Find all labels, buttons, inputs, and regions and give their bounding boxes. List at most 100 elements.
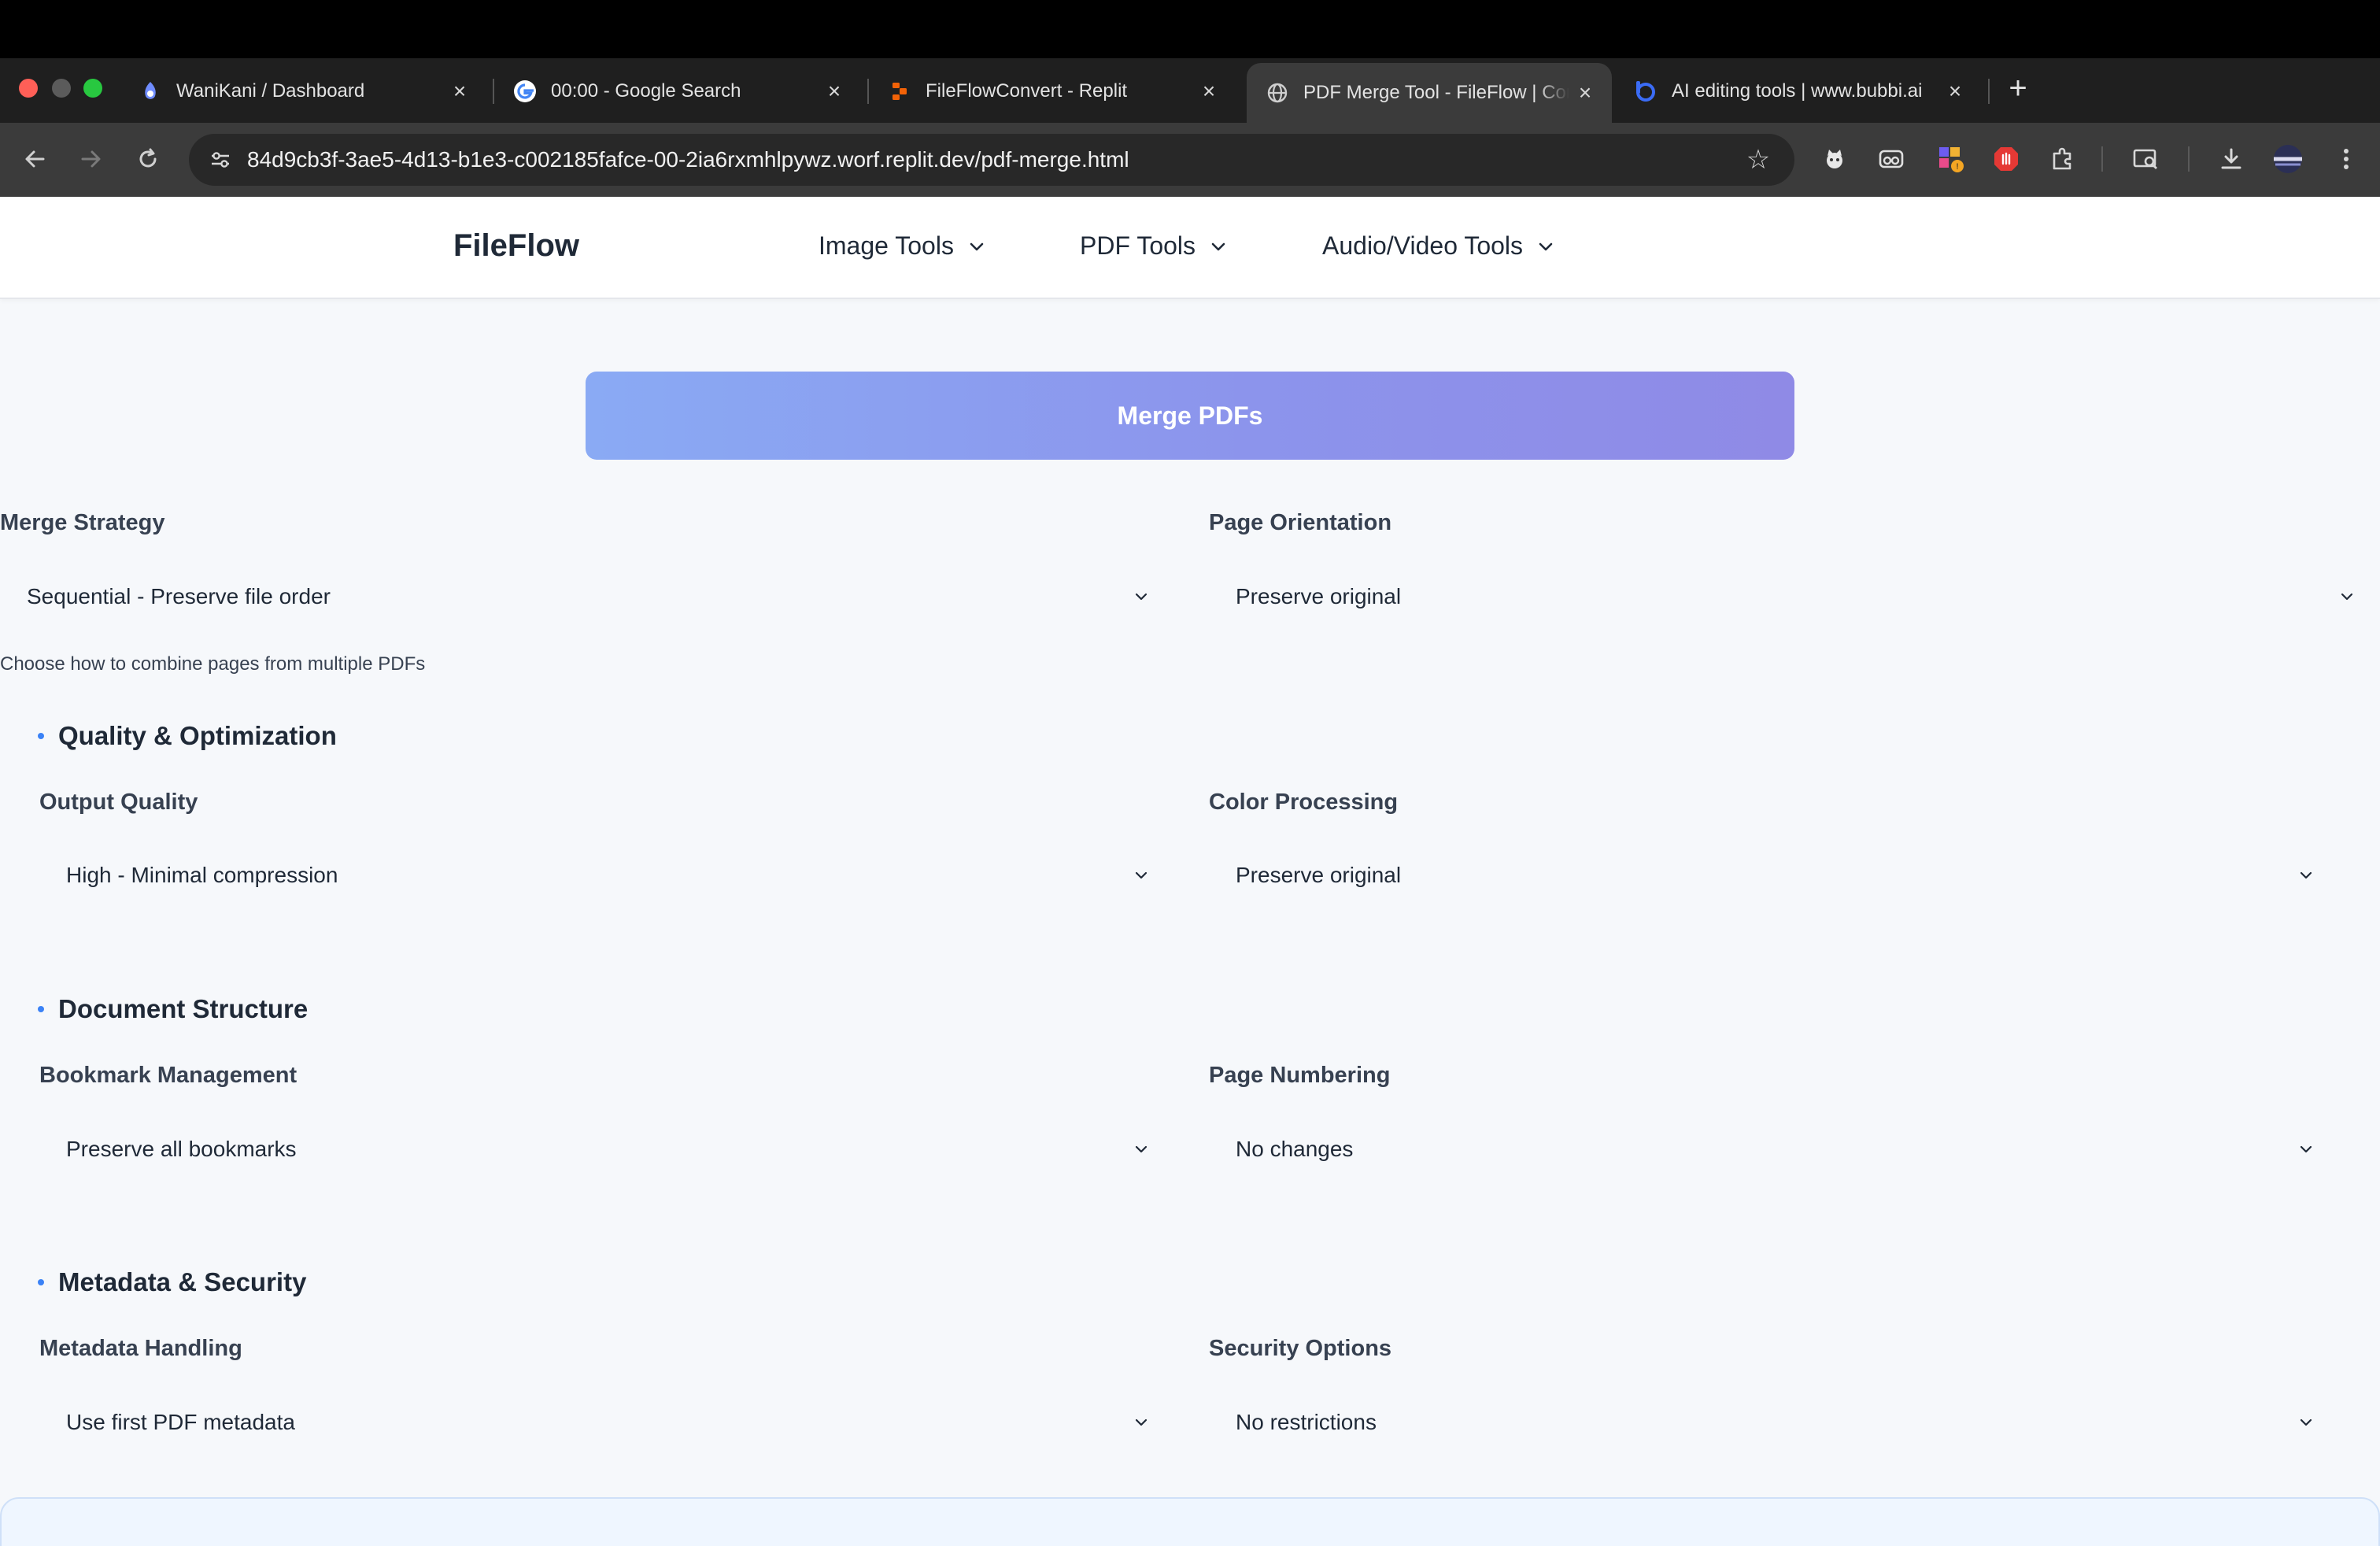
color-processing-label: Color Processing: [1209, 790, 1399, 815]
back-button[interactable]: [16, 140, 54, 178]
close-icon[interactable]: ×: [444, 79, 475, 104]
chevron-down-icon: [2300, 1145, 2312, 1153]
chevron-down-icon: [970, 242, 984, 250]
extension-stop-hand-icon[interactable]: [1990, 142, 2023, 176]
extensions-puzzle-icon[interactable]: [2046, 142, 2079, 176]
section-heading: Document Structure: [58, 994, 309, 1023]
tab-title: PDF Merge Tool - FileFlow | Convert: [1303, 82, 1569, 103]
globe-icon: [1266, 81, 1289, 105]
new-tab-button[interactable]: +: [2001, 71, 2035, 105]
select-value: Sequential - Preserve file order: [27, 584, 331, 608]
toolbar-separator: [2188, 146, 2190, 172]
select-value: High - Minimal compression: [66, 863, 338, 887]
page-content: FileFlow Image Tools PDF Tools Audio/Vid…: [0, 197, 2380, 1546]
tab-replit[interactable]: FileFlowConvert - Replit ×: [869, 66, 1236, 117]
chevron-down-icon: [1135, 593, 1148, 601]
chevron-down-icon: [2300, 1418, 2312, 1426]
info-panel: [0, 1497, 2380, 1546]
nav-pdf-tools[interactable]: PDF Tools: [1080, 231, 1227, 261]
tab-title: WaniKani / Dashboard: [176, 80, 365, 102]
maximize-window-button[interactable]: [83, 79, 102, 98]
extension-grid-icon[interactable]: !: [1935, 142, 1968, 176]
tab-title: AI editing tools | www.bubbi.ai: [1672, 80, 1923, 102]
merge-strategy-hint: Choose how to combine pages from multipl…: [0, 653, 426, 675]
bullet-icon: [38, 1006, 44, 1012]
bullet-icon: [38, 1279, 44, 1285]
color-processing-select[interactable]: Preserve original: [1209, 844, 2314, 907]
menu-bar-area: [0, 0, 2380, 58]
section-heading: Quality & Optimization: [58, 721, 337, 750]
replit-icon: [888, 80, 911, 103]
brand-logo[interactable]: FileFlow: [453, 228, 579, 264]
bookmark-star-icon[interactable]: ☆: [1739, 144, 1777, 176]
metadata-handling-label: Metadata Handling: [39, 1336, 242, 1361]
close-icon[interactable]: ×: [819, 79, 850, 104]
merge-strategy-select[interactable]: Sequential - Preserve file order: [0, 565, 1149, 628]
tab-google-search[interactable]: 00:00 - Google Search ×: [494, 66, 861, 117]
reload-button[interactable]: [129, 140, 167, 178]
google-icon: [513, 80, 537, 103]
close-icon[interactable]: ×: [1193, 79, 1225, 104]
select-value: Use first PDF metadata: [66, 1410, 295, 1434]
site-settings-icon[interactable]: [205, 144, 236, 176]
page-numbering-select[interactable]: No changes: [1209, 1118, 2314, 1181]
minimize-window-button[interactable]: [52, 79, 71, 98]
select-value: No restrictions: [1236, 1410, 1377, 1434]
section-structure-title: Document Structure: [38, 994, 309, 1024]
tab-bubbi[interactable]: AI editing tools | www.bubbi.ai ×: [1615, 66, 1982, 117]
output-quality-label: Output Quality: [39, 790, 198, 815]
tab-title: FileFlowConvert - Replit: [926, 80, 1128, 102]
section-heading: Metadata & Security: [58, 1267, 307, 1296]
chevron-down-icon: [1135, 1145, 1148, 1153]
select-value: No changes: [1236, 1137, 1354, 1161]
bookmark-management-select[interactable]: Preserve all bookmarks: [39, 1118, 1149, 1181]
page-numbering-label: Page Numbering: [1209, 1063, 1391, 1088]
profile-avatar[interactable]: [2271, 142, 2304, 176]
wanikani-icon: [139, 80, 162, 103]
address-bar[interactable]: 84d9cb3f-3ae5-4d13-b1e3-c002185fafce-00-…: [189, 134, 1794, 186]
merge-strategy-label: Merge Strategy: [0, 510, 165, 535]
tab-wanikani[interactable]: WaniKani / Dashboard ×: [120, 66, 486, 117]
bullet-icon: [38, 733, 44, 739]
output-quality-select[interactable]: High - Minimal compression: [39, 844, 1149, 907]
select-value: Preserve original: [1236, 584, 1402, 608]
metadata-handling-select[interactable]: Use first PDF metadata: [39, 1391, 1149, 1454]
browser-menu-icon[interactable]: [2330, 142, 2363, 176]
security-options-label: Security Options: [1209, 1336, 1392, 1361]
chevron-down-icon: [1211, 242, 1225, 250]
merge-pdfs-button[interactable]: Merge PDFs: [586, 372, 1794, 460]
section-metadata-title: Metadata & Security: [38, 1267, 307, 1297]
extension-cat-icon[interactable]: [1818, 142, 1851, 176]
tab-separator: [1988, 79, 1990, 104]
toolbar-separator: [2101, 146, 2103, 172]
page-orientation-label: Page Orientation: [1209, 510, 1392, 535]
chevron-down-icon: [1539, 242, 1553, 250]
extension-glasses-icon[interactable]: [1875, 142, 1908, 176]
site-header: FileFlow Image Tools PDF Tools Audio/Vid…: [0, 197, 2380, 299]
tab-pdf-merge[interactable]: PDF Merge Tool - FileFlow | Convert ×: [1247, 63, 1612, 123]
nav-label: Audio/Video Tools: [1322, 231, 1524, 260]
close-icon[interactable]: ×: [1569, 80, 1601, 105]
chevron-down-icon: [2341, 593, 2353, 601]
section-quality-title: Quality & Optimization: [38, 721, 337, 751]
chevron-down-icon: [1135, 871, 1148, 879]
chevron-down-icon: [2300, 871, 2312, 879]
nav-audio-video-tools[interactable]: Audio/Video Tools: [1322, 231, 1554, 261]
forward-button[interactable]: [72, 140, 110, 178]
tab-title: 00:00 - Google Search: [551, 80, 741, 102]
svg-text:!: !: [1956, 162, 1958, 172]
close-icon[interactable]: ×: [1939, 79, 1971, 104]
nav-label: Image Tools: [819, 231, 954, 260]
tab-search-icon[interactable]: [2130, 142, 2163, 176]
nav-image-tools[interactable]: Image Tools: [819, 231, 985, 261]
close-window-button[interactable]: [19, 79, 38, 98]
downloads-icon[interactable]: [2215, 142, 2248, 176]
bookmark-management-label: Bookmark Management: [39, 1063, 298, 1088]
security-options-select[interactable]: No restrictions: [1209, 1391, 2314, 1454]
select-value: Preserve all bookmarks: [66, 1137, 297, 1161]
bubbi-icon: [1634, 80, 1658, 103]
nav-label: PDF Tools: [1080, 231, 1196, 260]
page-orientation-select[interactable]: Preserve original: [1209, 565, 2355, 628]
url-text: 84d9cb3f-3ae5-4d13-b1e3-c002185fafce-00-…: [247, 147, 1129, 172]
chevron-down-icon: [1135, 1418, 1148, 1426]
